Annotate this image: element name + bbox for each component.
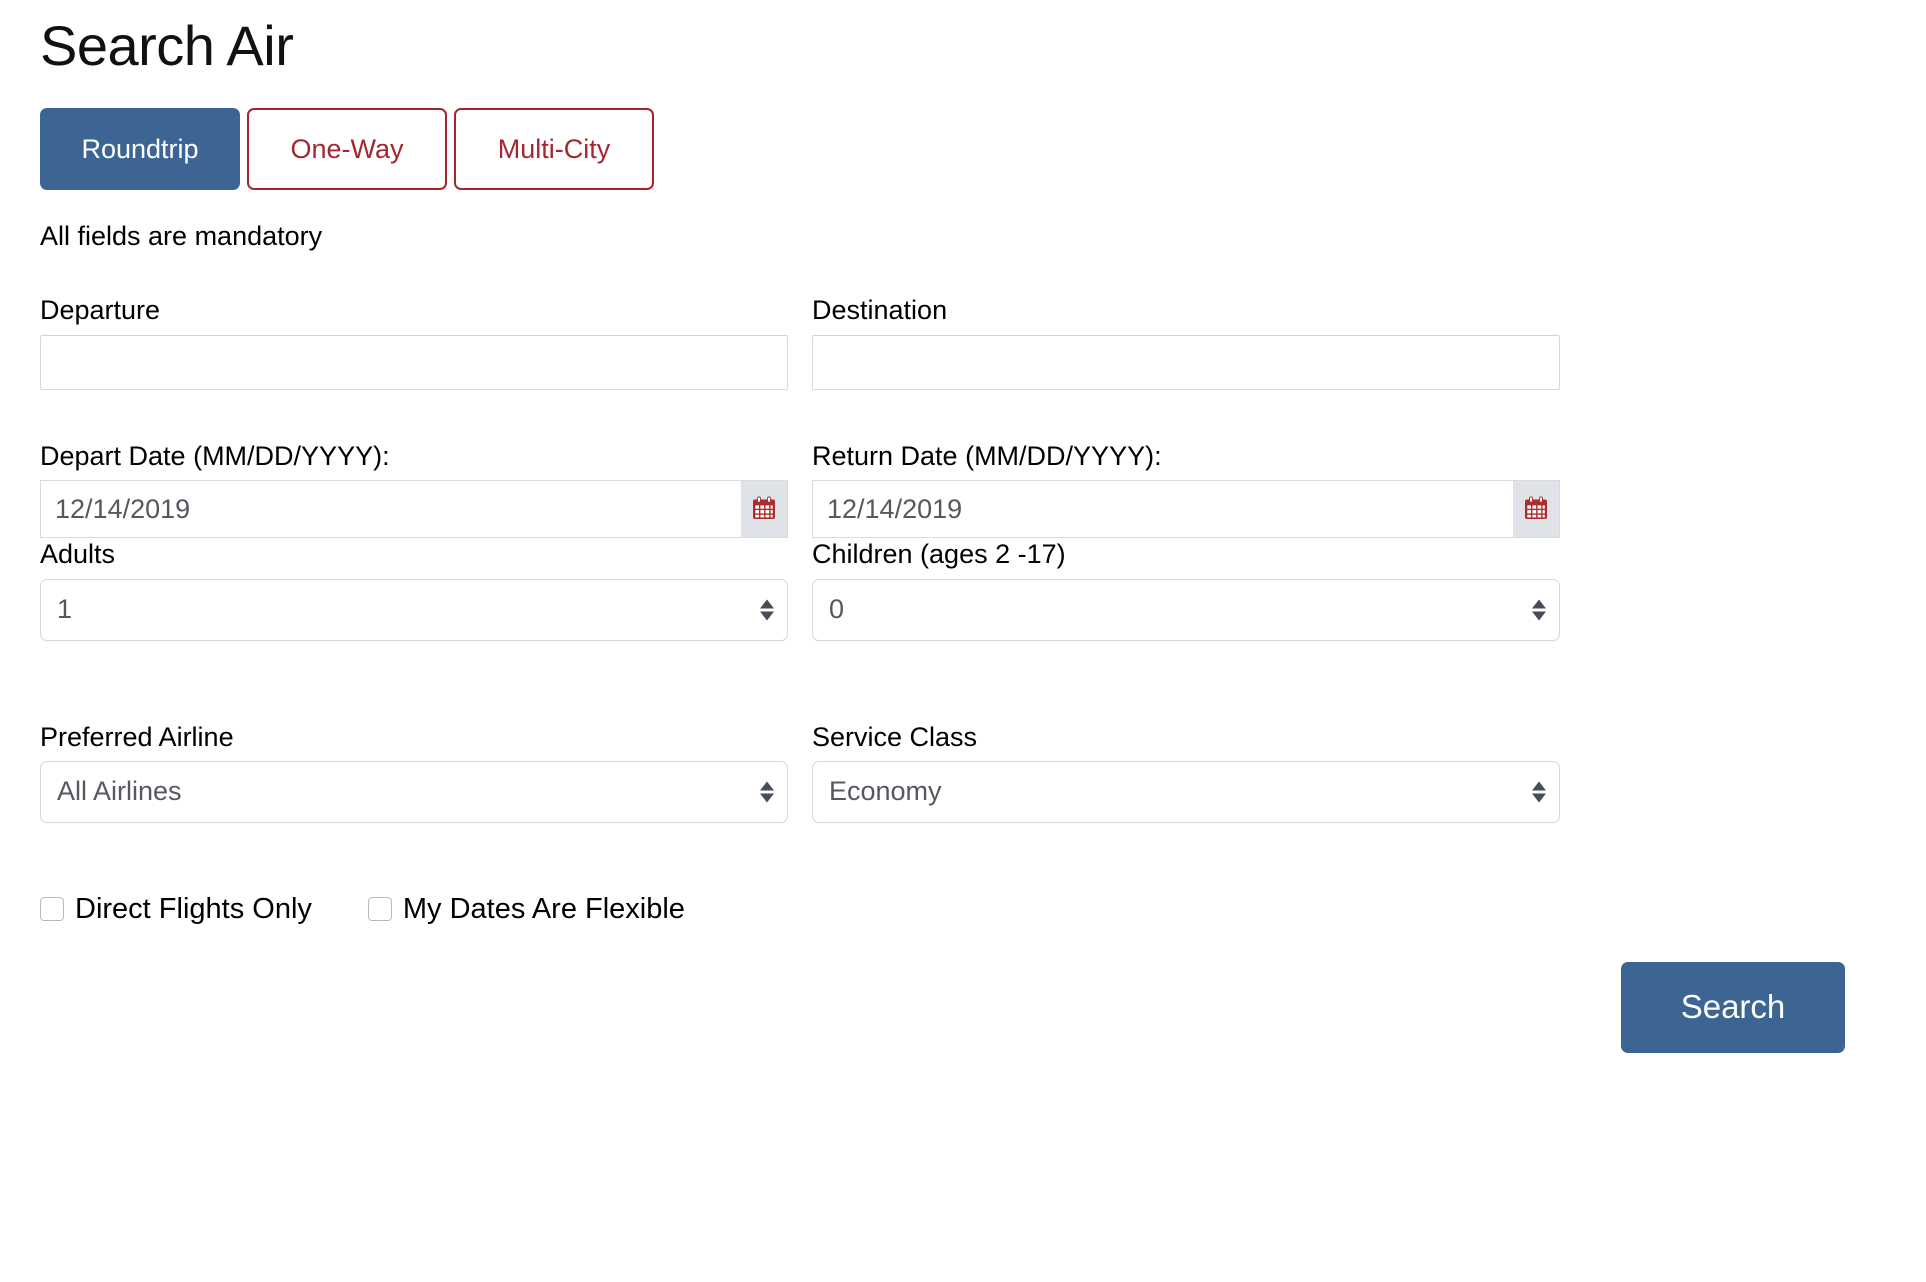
direct-flights-only-label: Direct Flights Only <box>75 892 312 925</box>
options-checkbox-row: Direct Flights Only My Dates Are Flexibl… <box>40 892 1886 925</box>
depart-date-label: Depart Date (MM/DD/YYYY): <box>40 440 390 471</box>
adults-select-wrap: 1 <box>40 578 788 641</box>
destination-input[interactable] <box>812 334 1560 390</box>
tab-multi-city-label: Multi-City <box>497 133 611 164</box>
mandatory-fields-note: All fields are mandatory <box>40 221 323 252</box>
adults-label: Adults <box>40 539 116 570</box>
preferred-airline-select[interactable]: All Airlines <box>40 760 788 823</box>
search-button[interactable]: Search <box>1621 961 1845 1053</box>
direct-flights-only-checkbox[interactable] <box>40 897 64 922</box>
search-air-page: Search Air Roundtrip One-Way Multi-City … <box>0 0 1926 1282</box>
search-button-row: Search <box>40 961 1886 1053</box>
destination-label: Destination <box>812 295 948 326</box>
preferred-airline-label: Preferred Airline <box>40 721 234 752</box>
service-class-label: Service Class <box>812 721 978 752</box>
calendar-icon <box>1523 495 1549 524</box>
children-label: Children (ages 2 -17) <box>812 539 1066 570</box>
tab-roundtrip[interactable]: Roundtrip <box>40 108 240 191</box>
children-select[interactable]: 0 <box>812 578 1560 641</box>
depart-date-input[interactable] <box>40 480 741 539</box>
page-title: Search Air <box>40 14 294 77</box>
children-select-wrap: 0 <box>812 578 1560 641</box>
tab-roundtrip-label: Roundtrip <box>81 133 199 164</box>
preferred-airline-field-group: Preferred Airline All Airlines <box>40 721 788 823</box>
direct-flights-only-option[interactable]: Direct Flights Only <box>40 892 312 925</box>
adults-select[interactable]: 1 <box>40 578 788 641</box>
children-field-group: Children (ages 2 -17) 0 <box>812 538 1560 641</box>
service-class-select-wrap: Economy <box>812 760 1560 823</box>
tab-one-way-label: One-Way <box>290 133 404 164</box>
service-class-select[interactable]: Economy <box>812 760 1560 823</box>
search-form: Departure Destination Depart Date (MM/DD… <box>40 294 1886 823</box>
departure-input[interactable] <box>40 334 788 390</box>
depart-date-calendar-button[interactable] <box>741 480 788 539</box>
preferred-airline-select-wrap: All Airlines <box>40 760 788 823</box>
tab-one-way[interactable]: One-Way <box>247 108 447 191</box>
adults-field-group: Adults 1 <box>40 538 788 641</box>
calendar-icon <box>751 495 777 524</box>
departure-field-group: Departure <box>40 294 788 390</box>
return-date-label: Return Date (MM/DD/YYYY): <box>812 440 1162 471</box>
flexible-dates-checkbox[interactable] <box>367 897 392 922</box>
return-date-input[interactable] <box>812 480 1513 539</box>
return-date-field-group: Return Date (MM/DD/YYYY): <box>812 440 1560 539</box>
flexible-dates-option[interactable]: My Dates Are Flexible <box>367 892 685 925</box>
flexible-dates-label: My Dates Are Flexible <box>402 892 685 925</box>
destination-field-group: Destination <box>812 294 1560 390</box>
trip-type-tabs: Roundtrip One-Way Multi-City <box>40 108 1886 191</box>
preferred-airline-selected-value: All Airlines <box>57 776 182 807</box>
children-selected-value: 0 <box>829 594 845 625</box>
service-class-selected-value: Economy <box>829 776 942 807</box>
return-date-calendar-button[interactable] <box>1513 480 1560 539</box>
depart-date-field-group: Depart Date (MM/DD/YYYY): <box>40 440 788 539</box>
service-class-field-group: Service Class Economy <box>812 721 1560 823</box>
depart-date-row <box>40 480 788 539</box>
adults-selected-value: 1 <box>57 594 73 625</box>
tab-multi-city[interactable]: Multi-City <box>454 108 654 191</box>
return-date-row <box>812 480 1560 539</box>
departure-label: Departure <box>40 295 161 326</box>
